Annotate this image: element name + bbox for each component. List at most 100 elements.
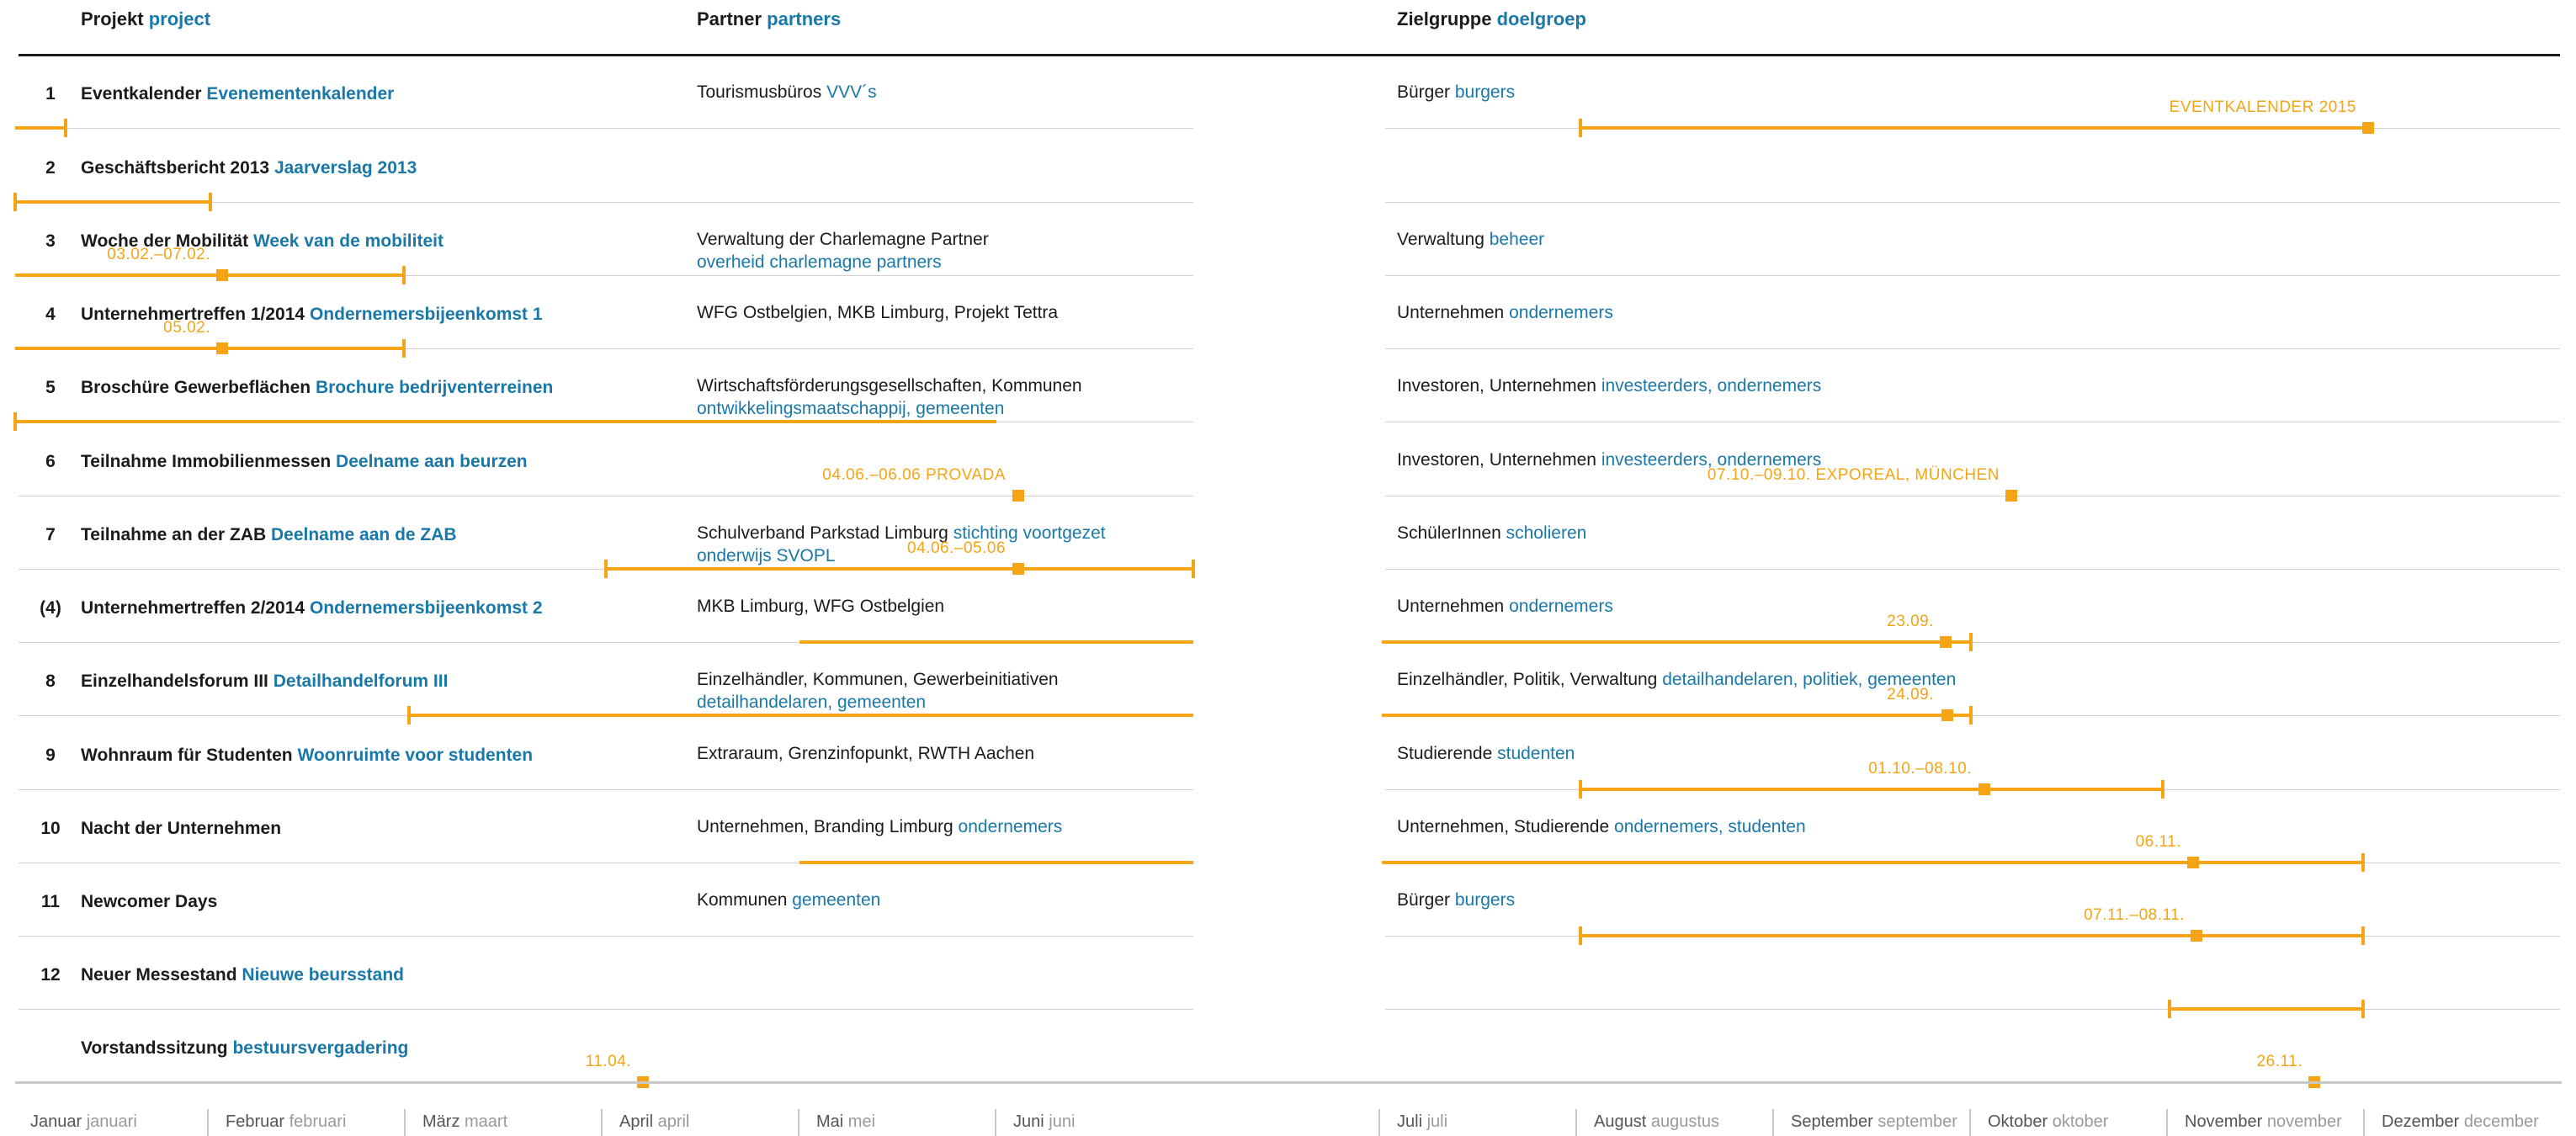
month-separator: [1969, 1109, 1971, 1136]
timeline-tick: [402, 339, 406, 358]
timeline-marker: [2362, 122, 2374, 134]
month-separator: [995, 1109, 996, 1136]
row-divider: [19, 128, 1193, 129]
partner-cell: Einzelhändler, Kommunen, Gewerbeinitiati…: [697, 670, 1059, 712]
month-label: August augustus: [1594, 1112, 1719, 1131]
timeline-tick: [1579, 926, 1582, 945]
timeline-marker: [1941, 709, 1953, 721]
event-date-label: 01.10.–08.10.: [1868, 760, 1972, 778]
month-separator: [1575, 1109, 1577, 1136]
row-divider: [1385, 1009, 2560, 1010]
project-name: Broschüre Gewerbeflächen Brochure bedrij…: [81, 378, 554, 397]
row-number: 5: [45, 378, 56, 397]
partner-cell: WFG Ostbelgien, MKB Limburg, Projekt Tet…: [697, 303, 1059, 322]
timeline-tick: [2161, 780, 2164, 799]
timeline-tick: [1579, 119, 1582, 137]
partner-cell: MKB Limburg, WFG Ostbelgien: [697, 597, 945, 616]
event-date-label: 06.11.: [2135, 833, 2181, 851]
timeline-tick: [2168, 1000, 2171, 1018]
timeline-tick: [209, 193, 212, 211]
event-date-label: 26.11.: [2256, 1053, 2302, 1070]
timeline-bar: [1382, 861, 2363, 864]
target-group-cell: Studierende studenten: [1397, 744, 1575, 763]
month-label: Juni juni: [1013, 1112, 1076, 1131]
project-name: Eventkalender Evenementenkalender: [81, 84, 395, 104]
timeline-tick: [13, 193, 17, 211]
timeline-bar: [15, 420, 996, 423]
month-label: Februar februari: [226, 1112, 347, 1131]
row-number: 12: [40, 965, 61, 985]
timeline-tick: [604, 560, 608, 578]
row-number: 9: [45, 746, 56, 765]
target-group-cell: SchülerInnen scholieren: [1397, 523, 1587, 543]
timeline-bar: [2170, 1007, 2363, 1011]
month-axis: [15, 1081, 2562, 1084]
timeline-marker: [1978, 783, 1990, 795]
timeline-marker: [2005, 490, 2017, 502]
project-name: Newcomer Days: [81, 892, 218, 911]
timeline-tick: [2361, 926, 2365, 945]
target-group-cell: Unternehmen ondernemers: [1397, 597, 1613, 616]
event-date-label: 24.09.: [1887, 686, 1934, 703]
timeline-tick: [407, 706, 411, 725]
timeline-bar: [1580, 934, 2363, 937]
project-name: Unternehmertreffen 2/2014 Ondernemersbij…: [81, 598, 543, 618]
project-name: Unternehmertreffen 1/2014 Ondernemersbij…: [81, 305, 543, 324]
target-group-cell: Bürger burgers: [1397, 890, 1516, 910]
partner-cell: Verwaltung der Charlemagne Partner overh…: [697, 230, 989, 272]
timeline-bar: [1382, 640, 1971, 644]
month-separator: [2166, 1109, 2168, 1136]
month-label: Oktober oktober: [1988, 1112, 2109, 1131]
timeline-tick: [2361, 853, 2365, 872]
project-name: Teilnahme Immobilienmessen Deelname aan …: [81, 452, 528, 471]
timeline-bar: [409, 714, 1193, 717]
timeline-bar: [606, 567, 1193, 571]
project-name: Teilnahme an der ZAB Deelname aan de ZAB: [81, 525, 457, 544]
row-number: 3: [45, 231, 56, 251]
timeline-marker: [216, 342, 228, 354]
header-rule: [19, 54, 2560, 56]
partner-cell: Schulverband Parkstad Limburg stichting …: [697, 523, 1106, 565]
partner-cell: Tourismusbüros VVV´s: [697, 82, 877, 102]
header-partner: Partner partners: [697, 8, 842, 29]
row-divider: [1385, 202, 2560, 203]
row-divider: [19, 1009, 1193, 1010]
timeline-tick: [1192, 560, 1195, 578]
row-divider: [19, 789, 1193, 790]
timeline-tick: [1969, 706, 1973, 725]
row-number: 10: [40, 819, 61, 838]
row-number: (4): [40, 598, 61, 618]
event-date-label: 04.06.–06.06 PROVADA: [822, 466, 1006, 484]
month-separator: [2363, 1109, 2365, 1136]
timeline-bar: [1382, 714, 1971, 717]
timeline-marker: [1940, 636, 1952, 648]
month-label: Juli juli: [1397, 1112, 1448, 1131]
target-group-cell: Verwaltung beheer: [1397, 230, 1545, 249]
timeline-marker: [2187, 857, 2199, 868]
row-number: 2: [45, 158, 56, 178]
month-label: November november: [2185, 1112, 2342, 1131]
timeline-bar: [15, 126, 66, 130]
timeline-marker: [1012, 490, 1024, 502]
project-name: Einzelhandelsforum III Detailhandelforum…: [81, 672, 449, 691]
project-name: Vorstandssitzung bestuursvergadering: [81, 1038, 409, 1058]
month-separator: [1378, 1109, 1380, 1136]
project-name: Geschäftsbericht 2013 Jaarverslag 2013: [81, 158, 417, 178]
project-name: Wohnraum für Studenten Woonruimte voor s…: [81, 746, 534, 765]
timeline-tick: [402, 266, 406, 284]
header-project: Projekt project: [81, 8, 211, 29]
month-label: März maart: [422, 1112, 508, 1131]
timeline-tick: [1579, 780, 1582, 799]
timeline-tick: [13, 412, 17, 431]
month-label: Mai mei: [816, 1112, 876, 1131]
timeline-bar: [15, 347, 404, 350]
timeline-tick: [1969, 633, 1973, 651]
month-label: Januar januari: [30, 1112, 137, 1131]
timeline-marker: [216, 269, 228, 281]
timeline-bar: [1580, 126, 2368, 130]
month-label: April april: [619, 1112, 690, 1131]
timeline-marker: [1012, 563, 1024, 575]
event-date-label: 05.02.: [163, 319, 210, 337]
row-number: 8: [45, 672, 56, 691]
timeline-tick: [2361, 1000, 2365, 1018]
